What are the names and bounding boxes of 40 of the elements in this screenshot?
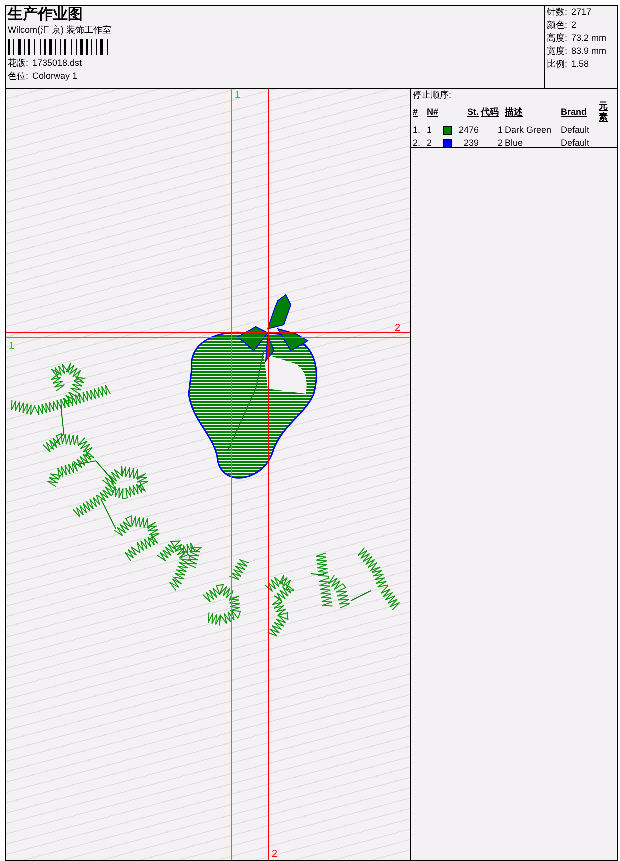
stat-label: 针数:: [547, 7, 568, 18]
column-header: #: [413, 106, 420, 118]
company-name: Wilcom(汇 京) 装饰工作室: [8, 25, 112, 36]
table-cell-text: Dark Green: [505, 125, 553, 136]
column-header: 元素: [599, 101, 609, 123]
sheet-title: 生产作业图: [8, 6, 84, 23]
table-cell-text: Default: [561, 138, 591, 149]
colorway-label: 色位:: [8, 71, 29, 82]
guide-label: 2: [272, 849, 278, 860]
stat-label: 颜色:: [547, 20, 568, 31]
column-header: St.: [466, 106, 479, 118]
table-cell-text: 2: [427, 138, 434, 149]
table-cell-text: 239: [462, 138, 479, 149]
table-cell-text: 1.: [413, 125, 422, 136]
table-cell-text: 1: [427, 125, 434, 136]
table-cell-text: 2.: [413, 138, 422, 149]
column-header: N#: [427, 106, 440, 118]
stat-label: 比例:: [547, 59, 568, 70]
stat-value: 2: [572, 20, 577, 31]
design-label: 花版:: [8, 58, 29, 69]
stat-value: 1.58: [572, 59, 590, 70]
column-header: 代码: [481, 106, 500, 118]
guide-label: 1: [235, 90, 241, 101]
stat-value: 2717: [572, 7, 592, 18]
stat-value: 83.9 mm: [572, 46, 607, 57]
stat-label: 高度:: [547, 33, 568, 44]
guide-label: 2: [395, 323, 401, 334]
stop-sequence-title: 停止顺序:: [413, 90, 453, 101]
table-cell-text: Blue: [505, 138, 524, 149]
stat-value: 73.2 mm: [572, 33, 607, 44]
column-header: 描述: [505, 106, 524, 118]
table-cell-text: Default: [561, 125, 591, 136]
design-file: 1735018.dst: [32, 58, 82, 69]
table-cell-text: 1: [496, 125, 503, 136]
colorway-name: Colorway 1: [32, 71, 78, 82]
stat-label: 宽度:: [547, 46, 568, 57]
table-cell-text: 2476: [458, 125, 479, 136]
column-header: Brand: [561, 106, 588, 118]
guide-label: 1: [9, 341, 15, 352]
table-cell-text: 2: [496, 138, 503, 149]
